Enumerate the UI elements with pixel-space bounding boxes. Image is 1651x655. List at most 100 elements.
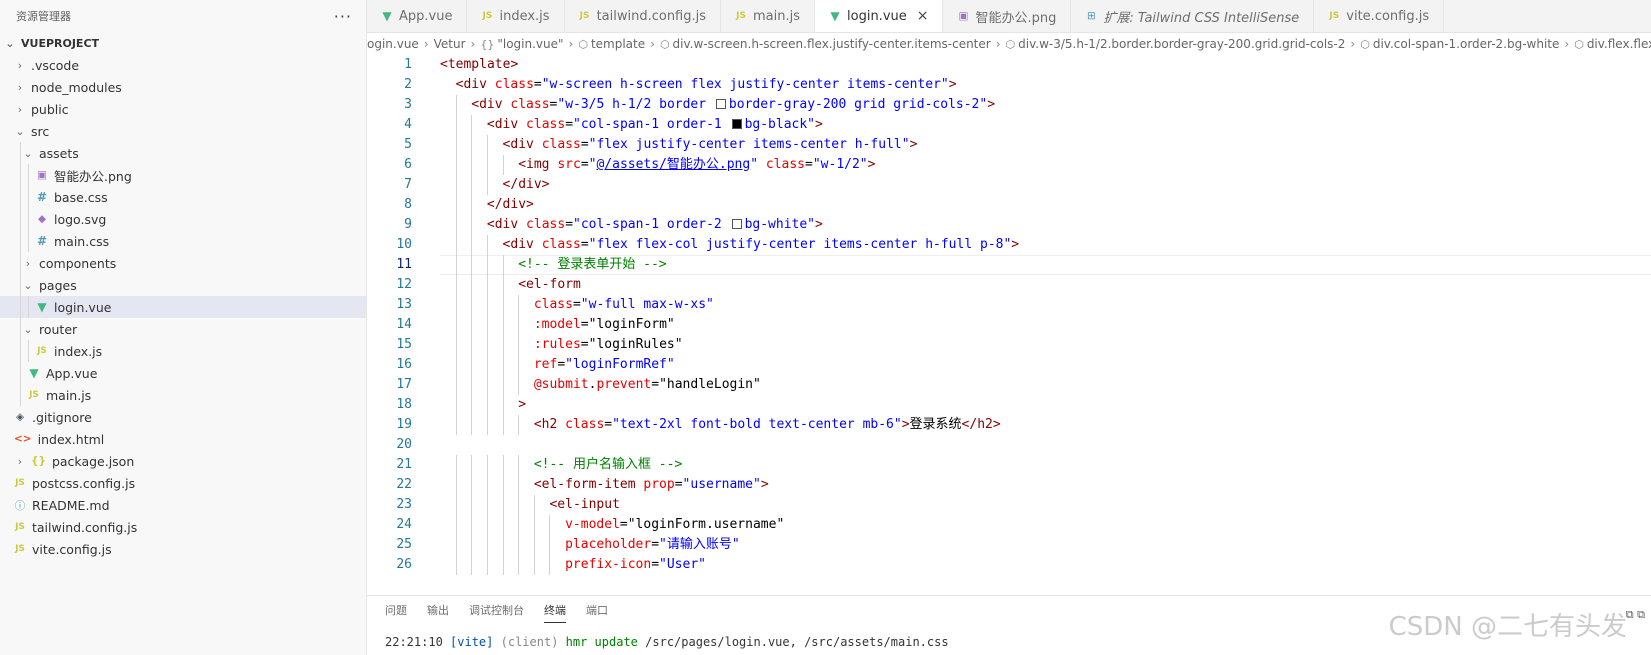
- tab-vite-config-js[interactable]: JS vite.config.js: [1314, 0, 1445, 32]
- tree-item-app-vue[interactable]: ▼ App.vue: [0, 362, 366, 384]
- code-token: "col-span-1 order-2: [573, 217, 730, 232]
- tab-label: vite.config.js: [1346, 8, 1430, 24]
- tree-item-router[interactable]: ⌄ router: [0, 318, 366, 340]
- indent-guide: [486, 555, 488, 575]
- tree-item-main-css[interactable]: # main.css: [0, 230, 366, 252]
- tree-item-vscode[interactable]: › .vscode: [0, 54, 366, 76]
- tab-label: login.vue: [847, 8, 907, 24]
- panel-tab[interactable]: 调试控制台: [469, 598, 524, 622]
- tab-login-vue[interactable]: ▼ login.vue ×: [815, 0, 944, 32]
- panel-tab[interactable]: 问题: [385, 598, 407, 622]
- panel-tab[interactable]: 终端: [544, 598, 566, 623]
- breadcrumb-item[interactable]: ⬡ div.col-span-1.order-2.bg-white: [1360, 37, 1559, 51]
- tree-item-postcss-config-js[interactable]: JS postcss.config.js: [0, 472, 366, 494]
- indent-guide: [502, 295, 504, 315]
- symbol-icon: ⬡: [1005, 37, 1016, 51]
- tree-item-index-html[interactable]: <> index.html: [0, 428, 366, 450]
- code-token: =: [533, 77, 542, 92]
- code-token: <el-form: [518, 277, 581, 292]
- line-number: 6: [404, 157, 412, 172]
- panel-tab[interactable]: 端口: [586, 598, 608, 622]
- indent-guide: [502, 375, 504, 395]
- explorer-title: 资源管理器: [16, 10, 71, 23]
- indent-guide: [486, 475, 488, 495]
- code-token: v-model: [565, 517, 620, 532]
- code-token: "w-3/5 h-1/2 border: [557, 97, 714, 112]
- breadcrumb-item[interactable]: ⬡div.flex.flex-co: [1574, 37, 1651, 51]
- tree-item-pages[interactable]: ⌄ pages: [0, 274, 366, 296]
- tree-item-gitignore[interactable]: ◈ .gitignore: [0, 406, 366, 428]
- tree-item-label: vite.config.js: [32, 541, 112, 557]
- breadcrumb-item[interactable]: ⬡ template: [578, 37, 645, 51]
- vue-icon: ▼: [37, 300, 47, 314]
- panel-tab[interactable]: 输出: [427, 598, 449, 622]
- tab-index-js[interactable]: JS index.js: [467, 0, 565, 32]
- line-number: 24: [396, 517, 412, 532]
- line-number: 9: [404, 217, 412, 232]
- tree-item-components[interactable]: › components: [0, 252, 366, 274]
- code-token: <div: [502, 137, 542, 152]
- tab-tailwind-css-intellisense[interactable]: ⊞ 扩展: Tailwind CSS IntelliSense: [1071, 0, 1315, 32]
- code-editor[interactable]: 1 <template> 2 <div class="w-screen h-scree…: [367, 55, 1651, 595]
- json-icon: {}: [31, 455, 46, 467]
- tree-item-logo-svg[interactable]: ◆ logo.svg: [0, 208, 366, 230]
- tree-item-label: postcss.config.js: [32, 475, 136, 491]
- panel-layout-icon[interactable]: ⧉ ⧉: [1626, 608, 1645, 622]
- tree-item-src[interactable]: ⌄ src: [0, 120, 366, 142]
- indent-guide: [20, 142, 21, 164]
- breadcrumb-item[interactable]: ⬡ div.w-3/5.h-1/2.border.border-gray-200.…: [1006, 37, 1346, 51]
- tree-item-login-vue[interactable]: ▼ login.vue: [0, 296, 366, 318]
- chevron-down-icon: ⌄: [5, 36, 15, 50]
- indent-guide: [455, 315, 457, 335]
- js-icon: JS: [29, 390, 39, 400]
- code-token: <!-- 用户名输入框 -->: [533, 457, 683, 472]
- tree-item-public[interactable]: › public: [0, 98, 366, 120]
- tree-item-index-js[interactable]: JS index.js: [0, 340, 366, 362]
- tree-item-vite-config-js[interactable]: JS vite.config.js: [0, 538, 366, 560]
- indent-guide: [471, 295, 473, 315]
- code-token: class: [565, 417, 605, 432]
- breadcrumb-item[interactable]: ogin.vue: [367, 37, 419, 51]
- line-number: 21: [396, 457, 412, 472]
- breadcrumb-item[interactable]: {} "login.vue": [480, 37, 563, 51]
- breadcrumb-item[interactable]: Vetur: [434, 37, 466, 51]
- info-icon: ⓘ: [14, 499, 26, 512]
- tree-item-readme-md[interactable]: ⓘ README.md: [0, 494, 366, 516]
- symbol-icon: ⬡: [1574, 37, 1584, 51]
- tree-item-png[interactable]: ▣ 智能办公.png: [0, 164, 366, 186]
- project-root[interactable]: ⌄ VUEPROJECT: [0, 32, 366, 54]
- breadcrumb-item[interactable]: ⬡ div.w-screen.h-screen.flex.justify-cent…: [660, 37, 991, 51]
- tree-item-base-css[interactable]: # base.css: [0, 186, 366, 208]
- code-text: <!-- 用户名输入框 -->: [534, 455, 682, 475]
- tab-png[interactable]: ▣ 智能办公.png: [943, 0, 1072, 32]
- close-icon[interactable]: ×: [917, 8, 929, 24]
- vue-icon: ▼: [29, 366, 39, 380]
- indent-guide: [471, 535, 473, 555]
- tree-item-tailwind-config-js[interactable]: JS tailwind.config.js: [0, 516, 366, 538]
- tab-label: 智能办公.png: [975, 10, 1057, 26]
- code-token: =: [565, 217, 574, 232]
- indent-guide: [486, 495, 488, 515]
- tab-tailwind-config-js[interactable]: JS tailwind.config.js: [565, 0, 722, 32]
- tree-item-assets[interactable]: ⌄ assets: [0, 142, 366, 164]
- indent-guide: [486, 355, 488, 375]
- chevron-down-icon: ⌄: [23, 146, 33, 160]
- code-token: >: [1011, 237, 1020, 252]
- tab-main-js[interactable]: JS main.js: [721, 0, 816, 32]
- tree-item-node-modules[interactable]: › node_modules: [0, 76, 366, 98]
- indent-guide: [471, 235, 473, 255]
- link-path[interactable]: @/assets/智能办公.png: [596, 157, 750, 172]
- code-token: >: [948, 77, 957, 92]
- svg-icon: ◆: [37, 213, 47, 225]
- symbol-icon: ⬡: [1360, 37, 1370, 51]
- code-token: bg-white": [744, 217, 816, 232]
- chevron-right-icon: ›: [1564, 37, 1570, 51]
- code-line: 6 <img src="@/assets/智能办公.png" class="w-1…: [367, 155, 1651, 175]
- symbol-icon: ⬡: [659, 37, 670, 51]
- tab-app-vue[interactable]: ▼ App.vue: [367, 0, 468, 32]
- tree-item-main-js[interactable]: JS main.js: [0, 384, 366, 406]
- indent-guide: [455, 215, 457, 235]
- code-text: @submit.prevent="handleLogin": [534, 375, 761, 395]
- tree-item-package-json[interactable]: › {} package.json: [0, 450, 366, 472]
- more-actions-icon[interactable]: ···: [334, 7, 352, 26]
